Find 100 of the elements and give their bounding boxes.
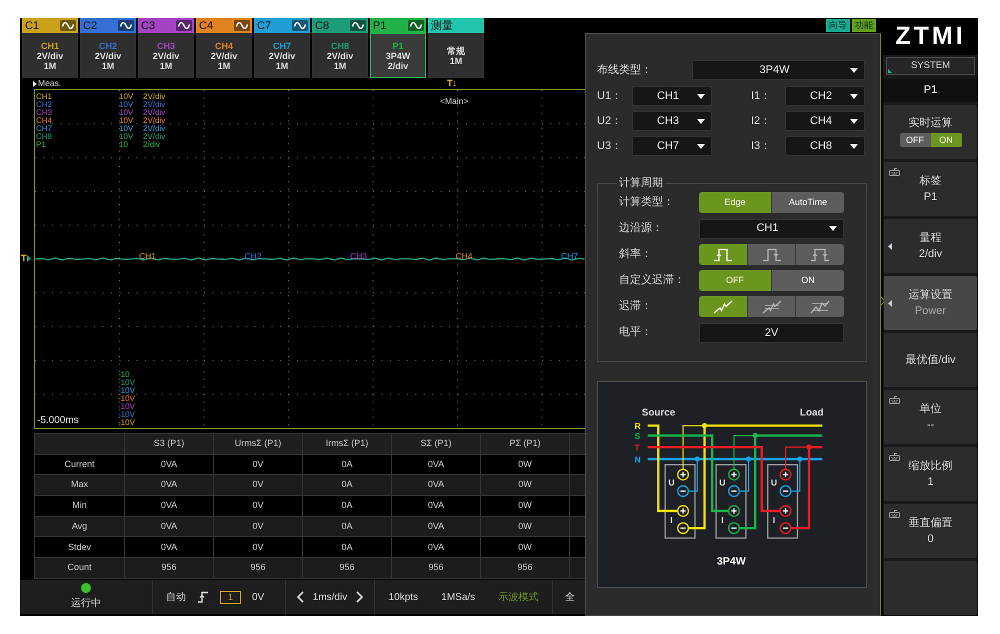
minus-terminal-icon bbox=[728, 522, 740, 534]
segmented-option[interactable]: Edge bbox=[699, 192, 771, 213]
current-label: I bbox=[721, 515, 724, 526]
field-label: 电平： bbox=[619, 325, 653, 340]
trigger-position-marker: T↓ bbox=[447, 78, 457, 89]
menu-button[interactable]: 最优值/div bbox=[884, 333, 977, 387]
channel-tab[interactable]: CH1 2V/div 1M bbox=[22, 33, 78, 78]
measure-label[interactable]: Meas. bbox=[38, 77, 62, 90]
caret-icon bbox=[850, 68, 858, 72]
wiring-caption: 3P4W bbox=[716, 556, 746, 568]
top-menu-button[interactable]: 向导 bbox=[826, 19, 850, 32]
edge-source-dropdown[interactable]: CH1 bbox=[699, 218, 844, 238]
phase-label: T bbox=[634, 442, 640, 452]
segmented-option[interactable]: ON bbox=[772, 270, 844, 291]
dual-edge-icon bbox=[810, 248, 830, 262]
voltage-label: U bbox=[770, 478, 778, 488]
trigger-mode-label[interactable]: 自动 bbox=[166, 590, 186, 604]
minus-terminal-icon bbox=[677, 485, 690, 498]
channel-dropdown[interactable]: CH7 bbox=[632, 136, 712, 156]
channel-tab[interactable]: CH2 2V/div 1M bbox=[80, 33, 136, 78]
current-label: I bbox=[772, 515, 776, 526]
channel-tab[interactable]: CH7 2V/div 1M bbox=[254, 33, 310, 78]
trigger-level-value[interactable]: 0V bbox=[252, 590, 264, 604]
toggle-option[interactable]: ON bbox=[930, 133, 962, 147]
channel-tab[interactable]: CH3 2V/div 1M bbox=[138, 33, 194, 78]
system-button[interactable]: SYSTEM bbox=[886, 57, 975, 75]
caret-icon bbox=[850, 118, 858, 124]
rising-edge-icon[interactable] bbox=[197, 591, 209, 603]
channel-tab[interactable]: P1 3P4W 2/div bbox=[370, 33, 426, 78]
minus-terminal-icon bbox=[780, 522, 792, 534]
field-label: U2： bbox=[597, 114, 624, 129]
channel-name: C8 bbox=[315, 20, 330, 32]
wiring-type-dropdown[interactable]: 3P4W bbox=[692, 60, 865, 80]
slope-option[interactable] bbox=[748, 244, 796, 265]
table-cell: 0VA bbox=[392, 496, 480, 516]
menu-button[interactable]: 缩放比例 1 bbox=[884, 447, 977, 501]
trigger-source-indicator[interactable]: 1 bbox=[220, 590, 241, 604]
offset-label: -10 bbox=[118, 371, 130, 379]
hysteresis-option[interactable] bbox=[699, 296, 747, 317]
menu-button[interactable]: 标签 P1 bbox=[884, 162, 977, 216]
segmented-option[interactable]: AutoTime bbox=[772, 192, 844, 213]
legend-channel: P1 bbox=[36, 141, 47, 149]
menu-button[interactable]: 垂直偏置 0 bbox=[884, 504, 977, 558]
keyboard-icon bbox=[889, 452, 900, 461]
level-input-field[interactable]: 2V bbox=[699, 322, 844, 342]
trace-label: CH1 bbox=[139, 251, 156, 261]
channel-dropdown[interactable]: CH1 bbox=[632, 86, 712, 106]
channel-name: C4 bbox=[199, 20, 214, 32]
junction-dot-icon bbox=[752, 432, 758, 438]
sample-rate-value[interactable]: 1MSa/s bbox=[441, 590, 476, 604]
plus-terminal-icon bbox=[780, 505, 792, 517]
legend-range: 10V bbox=[119, 109, 134, 117]
left-caret-icon bbox=[888, 243, 892, 250]
channel-dropdown[interactable]: CH4 bbox=[785, 111, 865, 131]
status-item-label[interactable]: 全 bbox=[565, 590, 575, 604]
channel-tab[interactable]: 常规 1M bbox=[428, 33, 484, 78]
hysteresis-icon bbox=[809, 300, 832, 314]
junction-dot-icon bbox=[797, 456, 802, 462]
menu-button[interactable]: 单位 -- bbox=[884, 390, 977, 444]
junction-dot-icon bbox=[746, 456, 752, 462]
plus-terminal-icon bbox=[677, 468, 690, 481]
phase-label: N bbox=[634, 454, 641, 464]
column-header: IrmsΣ (P1) bbox=[302, 434, 392, 454]
rising-edge-icon bbox=[712, 248, 733, 262]
channel-dropdown[interactable]: CH2 bbox=[785, 86, 865, 106]
channel-tab[interactable]: CH4 2V/div 1M bbox=[196, 33, 252, 78]
table-cell: 956 bbox=[480, 558, 570, 578]
segmented-option[interactable]: OFF bbox=[699, 270, 771, 291]
slope-option[interactable] bbox=[796, 244, 844, 265]
menu-button[interactable]: 量程 2/div bbox=[884, 219, 977, 273]
table-cell: 956 bbox=[392, 558, 480, 578]
toggle-option[interactable]: OFF bbox=[900, 133, 930, 147]
field-label: 边沿源： bbox=[619, 221, 664, 236]
chevron-left-icon[interactable] bbox=[296, 591, 304, 603]
acquire-mode-label[interactable]: 示波模式 bbox=[498, 590, 538, 604]
offset-label: -10V bbox=[118, 403, 135, 411]
channel-dropdown[interactable]: CH3 bbox=[632, 111, 712, 131]
menu-button[interactable]: 运算设置 Power bbox=[884, 276, 977, 330]
offset-label: -10V bbox=[118, 411, 135, 419]
channel-dropdown[interactable]: CH8 bbox=[785, 136, 865, 156]
source-label: Source bbox=[642, 408, 676, 419]
memory-depth-value[interactable]: 10kpts bbox=[388, 590, 418, 604]
voltage-label: U bbox=[668, 478, 675, 488]
trace-label: CH7 bbox=[561, 251, 578, 261]
legend-channel: CH3 bbox=[36, 109, 54, 117]
table-cell: 0A bbox=[302, 496, 392, 516]
channel-tab[interactable]: CH8 2V/div 1M bbox=[312, 33, 368, 78]
keyboard-icon bbox=[889, 167, 900, 176]
legend-scale: 2V/div bbox=[143, 117, 166, 125]
hysteresis-option[interactable] bbox=[796, 296, 844, 317]
channel-name: C3 bbox=[141, 20, 156, 32]
phase-label: R bbox=[634, 420, 641, 431]
timebase-value[interactable]: 1ms/div bbox=[312, 590, 348, 604]
hysteresis-option[interactable] bbox=[748, 296, 796, 317]
slope-option[interactable] bbox=[699, 244, 747, 265]
sine-wave-icon bbox=[292, 20, 308, 31]
junction-dot-icon bbox=[806, 444, 812, 450]
sine-wave-icon bbox=[60, 20, 76, 31]
top-menu-button[interactable]: 功能 bbox=[852, 19, 876, 32]
chevron-right-icon[interactable] bbox=[356, 591, 364, 603]
